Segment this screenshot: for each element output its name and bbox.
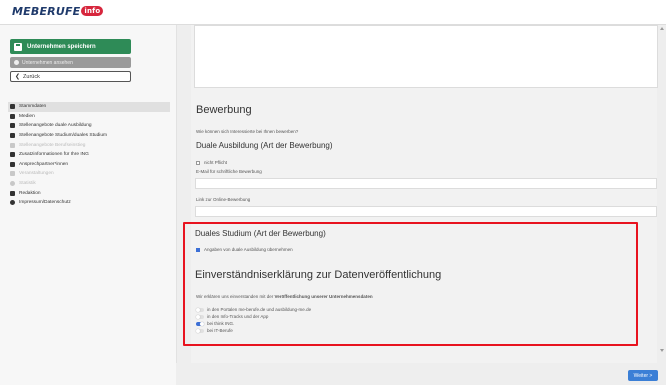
- bewerbung-question: Wie können sich Interessierte bei Ihnen …: [196, 129, 299, 134]
- eye-icon: [14, 60, 19, 65]
- calendar-icon: [10, 171, 15, 177]
- sidebar-item-5: Stellenangebote Berufseinstieg: [8, 140, 170, 150]
- list-icon: [10, 104, 15, 110]
- briefcase-icon: [10, 142, 15, 148]
- person-icon: [10, 161, 15, 167]
- sidebar-item-label: Stellenangebote duale Ausbildung: [19, 123, 92, 129]
- online-link-input[interactable]: [195, 206, 657, 217]
- online-link-label: Link zur Online-Bewerbung: [196, 197, 251, 202]
- scrollbar[interactable]: [660, 27, 664, 352]
- sidebar-item-8: Veranstaltungen: [8, 169, 170, 179]
- info-circle-icon: [10, 200, 15, 206]
- back-label: Zurück: [23, 73, 40, 80]
- tools-icon: [10, 123, 15, 129]
- sidebar-item-label: Zusatzinformationen für Ihre ING: [19, 152, 89, 158]
- email-input[interactable]: [195, 178, 657, 189]
- save-company-button[interactable]: Unternehmen speichern: [10, 39, 131, 54]
- email-label: E-Mail für schriftliche Bewerbung: [196, 169, 262, 174]
- image-icon: [10, 113, 15, 119]
- nicht-pflicht-label: nicht Pflicht: [204, 160, 228, 165]
- save-company-label: Unternehmen speichern: [27, 43, 96, 50]
- sidebar-item-label: Stammdaten: [19, 104, 47, 110]
- sidebar-item-2[interactable]: Medien: [8, 112, 170, 122]
- footer-bar: [176, 363, 666, 385]
- sidebar-item-label: Medien: [19, 113, 35, 119]
- sidebar-item-7[interactable]: Ansprechpartner*innen: [8, 160, 170, 170]
- info-card-icon: [10, 152, 15, 158]
- graduation-cap-icon: [10, 133, 15, 139]
- description-textarea[interactable]: [194, 25, 658, 88]
- sidebar-item-label: Impressum/Datenschutz: [19, 200, 71, 206]
- floppy-disk-icon: [14, 42, 22, 51]
- duale-ausbildung-title: Duale Ausbildung (Art der Bewerbung): [196, 141, 333, 150]
- sidebar-item-9: Statistik: [8, 179, 170, 189]
- sidebar-item-label: Stellenangebote Berufseinstieg: [19, 142, 86, 148]
- sidebar: Unternehmen speichern Unternehmen ansehe…: [0, 25, 177, 385]
- chart-icon: [10, 181, 15, 187]
- nicht-pflicht-checkbox[interactable]: [196, 160, 200, 165]
- logo-badge: info: [81, 6, 104, 16]
- sidebar-item-label: Redaktion: [19, 190, 41, 196]
- sidebar-nav: Stammdaten Medien Stellenangebote duale Au…: [8, 102, 170, 208]
- sidebar-item-4[interactable]: Stellenangebote Studium/duales Studium: [8, 131, 170, 141]
- sidebar-item-3[interactable]: Stellenangebote duale Ausbildung: [8, 121, 170, 131]
- scroll-up-arrow-icon[interactable]: [660, 27, 664, 30]
- nicht-pflicht-row[interactable]: nicht Pflicht: [196, 160, 227, 165]
- site-logo[interactable]: MEBERUFE info: [12, 5, 104, 18]
- back-button[interactable]: ❮ Zurück: [10, 71, 131, 82]
- sidebar-item-6[interactable]: Zusatzinformationen für Ihre ING: [8, 150, 170, 160]
- sidebar-item-label: Ansprechpartner*innen: [19, 161, 69, 167]
- sidebar-item-11[interactable]: Impressum/Datenschutz: [8, 198, 170, 208]
- sidebar-item-10[interactable]: Redaktion: [8, 188, 170, 198]
- view-company-button[interactable]: Unternehmen ansehen: [10, 57, 131, 68]
- sidebar-item-1[interactable]: Stammdaten: [8, 102, 170, 112]
- top-bar: MEBERUFE info: [0, 0, 666, 25]
- sidebar-item-label: Statistik: [19, 181, 36, 187]
- sidebar-item-label: Veranstaltungen: [19, 171, 54, 177]
- logo-text: MEBERUFE: [12, 5, 81, 18]
- view-company-label: Unternehmen ansehen: [22, 59, 73, 66]
- next-button[interactable]: Weiter >: [628, 370, 658, 381]
- highlight-frame: [183, 222, 638, 346]
- chevron-left-icon: ❮: [15, 74, 21, 80]
- section-title-bewerbung: Bewerbung: [196, 104, 252, 116]
- gear-icon: [10, 190, 15, 196]
- scroll-down-arrow-icon[interactable]: [660, 349, 664, 352]
- sidebar-item-label: Stellenangebote Studium/duales Studium: [19, 133, 108, 139]
